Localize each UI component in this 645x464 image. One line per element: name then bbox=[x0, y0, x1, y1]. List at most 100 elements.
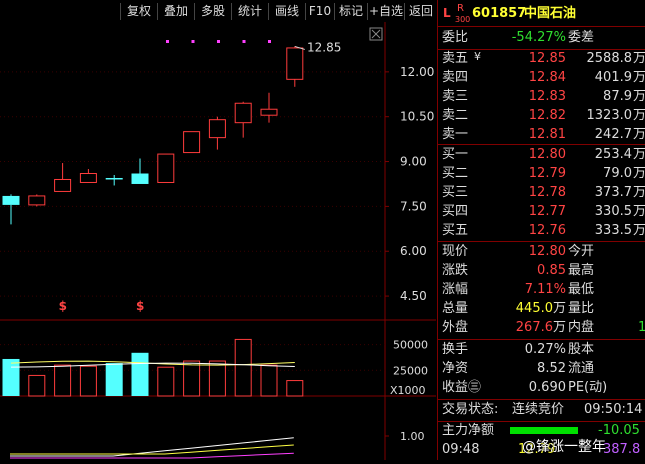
bid-price: 12.76 bbox=[528, 223, 566, 238]
volume-bar bbox=[105, 363, 123, 396]
volume-bar bbox=[157, 366, 175, 397]
weibi-value: -54.27% bbox=[511, 30, 566, 45]
volume-tick-label: 50000 bbox=[393, 339, 428, 352]
pe-label: PE(动) bbox=[568, 380, 608, 395]
bid-row[interactable]: 买四 12.77 330.5 万 bbox=[438, 203, 645, 221]
quote-row-zhangdie: 涨跌 0.85 最高 bbox=[438, 262, 645, 280]
chart-toolbar: 复权 叠加 多股 统计 画线 F10 标记 +自选 返回 bbox=[0, 0, 436, 23]
bid-price: 12.77 bbox=[528, 204, 566, 219]
weibi-label: 委比 bbox=[442, 30, 469, 45]
overlay-button[interactable]: 叠加 bbox=[157, 3, 194, 20]
f10-button[interactable]: F10 bbox=[305, 3, 334, 20]
huanshou-label: 换手 bbox=[442, 342, 469, 357]
bid-label: 买五 bbox=[442, 223, 469, 238]
ask-row[interactable]: 卖二 12.82 1323.0 万 bbox=[438, 107, 645, 125]
volume-bar bbox=[208, 360, 226, 397]
watermark-text: @锋涨一整年 bbox=[522, 439, 606, 455]
stock-name: 中国石油 bbox=[524, 6, 577, 21]
ask-label: 卖三 bbox=[442, 89, 469, 104]
ask-price: 12.82 bbox=[528, 108, 566, 123]
ask-row[interactable]: 卖一 12.81 242.7 万 bbox=[438, 126, 645, 144]
volume-bar bbox=[286, 380, 304, 397]
liangbi-label: 量比 bbox=[568, 301, 595, 316]
waipan-value: 267.6 bbox=[515, 320, 553, 335]
volume-bar bbox=[2, 358, 20, 396]
ask-row[interactable]: 卖五 ¥12.85 2588.8 万 bbox=[438, 50, 645, 68]
candle-body bbox=[157, 153, 175, 183]
volume-bar bbox=[260, 364, 278, 397]
zhangdie-value: 0.85 bbox=[537, 263, 566, 278]
bid-label: 买二 bbox=[442, 166, 469, 181]
signal-dot bbox=[166, 40, 169, 43]
neipan-value: 1 bbox=[638, 320, 645, 335]
ask-unit: 万 bbox=[632, 70, 645, 85]
bid-price: 12.78 bbox=[528, 185, 566, 200]
bid-volume: 79.0 bbox=[603, 166, 632, 181]
trade-status-label: 交易状态: bbox=[442, 402, 499, 417]
ask-row[interactable]: 卖三 12.83 87.9 万 bbox=[438, 88, 645, 106]
candle-body bbox=[54, 178, 72, 192]
signal-dot bbox=[217, 40, 220, 43]
kline-chart[interactable]: $ $ 12.00 10.50 9.00 7.50 6.00 4.50 50000 25000 1… bbox=[0, 22, 436, 460]
tick-volume: 387.8 bbox=[603, 442, 641, 457]
indicator-tick-label: 1.00 bbox=[400, 430, 425, 443]
s-marker-label: $ bbox=[136, 299, 144, 313]
ask-price: 12.81 bbox=[528, 127, 566, 142]
bid-row[interactable]: 买一 12.80 253.4 万 bbox=[438, 146, 645, 164]
ask-unit: 万 bbox=[632, 89, 645, 104]
main-flow-bar bbox=[510, 427, 578, 434]
jingzi-value: 8.52 bbox=[537, 361, 566, 376]
stock-code: 601857 bbox=[472, 6, 527, 21]
jinkai-label: 今开 bbox=[568, 244, 595, 259]
candle-body bbox=[79, 173, 97, 183]
volume-bar bbox=[131, 352, 149, 396]
candle-body bbox=[105, 177, 123, 180]
volume-unit-label: X1000 bbox=[390, 384, 426, 397]
stats-row-jingzi: 净资 8.52 流通 bbox=[438, 360, 645, 378]
back-button[interactable]: 返回 bbox=[404, 3, 437, 20]
stats-button[interactable]: 统计 bbox=[231, 3, 268, 20]
candle-body bbox=[28, 195, 46, 206]
volume-bar bbox=[234, 338, 252, 397]
ask-volume: 87.9 bbox=[603, 89, 632, 104]
bid-volume: 373.7 bbox=[594, 185, 632, 200]
bid-label: 买一 bbox=[442, 147, 469, 162]
ask-price: 12.83 bbox=[528, 89, 566, 104]
price-tick-label: 4.50 bbox=[400, 289, 427, 303]
quote-row-waipan: 外盘 267.6 万 内盘 1 bbox=[438, 319, 645, 337]
stock-header: L R 300 601857 中国石油 bbox=[438, 3, 645, 24]
ask-row[interactable]: 卖四 12.84 401.9 万 bbox=[438, 69, 645, 87]
ask-label: 卖二 bbox=[442, 108, 469, 123]
zuigao-label: 最高 bbox=[568, 263, 595, 278]
kline-chart-area[interactable]: $ $ 12.00 10.50 9.00 7.50 6.00 4.50 50000 25000 1… bbox=[0, 22, 436, 460]
fuquan-button[interactable]: 复权 bbox=[120, 3, 157, 20]
candle-body bbox=[2, 195, 20, 205]
waipan-unit: 万 bbox=[553, 320, 567, 335]
multi-stock-button[interactable]: 多股 bbox=[194, 3, 231, 20]
trade-status-row: 交易状态: 连续竞价 09:50:14 bbox=[438, 401, 645, 419]
quote-row-zhangfu: 涨幅 7.11% 最低 bbox=[438, 281, 645, 299]
liutong-label: 流通 bbox=[568, 361, 595, 376]
zuidi-label: 最低 bbox=[568, 282, 595, 297]
candle-body bbox=[208, 119, 226, 139]
signal-dot bbox=[268, 40, 271, 43]
draw-line-button[interactable]: 画线 bbox=[268, 3, 305, 20]
bid-volume: 253.4 bbox=[594, 147, 632, 162]
ask-label: 卖五 bbox=[442, 51, 469, 66]
bid-row[interactable]: 买二 12.79 79.0 万 bbox=[438, 165, 645, 183]
add-watchlist-button[interactable]: +自选 bbox=[367, 3, 404, 20]
ask-volume: 242.7 bbox=[594, 127, 632, 142]
zhangdie-label: 涨跌 bbox=[442, 263, 469, 278]
weibi-row: 委比 -54.27% 委差 bbox=[438, 29, 645, 47]
mark-button[interactable]: 标记 bbox=[334, 3, 367, 20]
bid-price: 12.79 bbox=[528, 166, 566, 181]
l-flag-icon: L bbox=[443, 6, 451, 20]
quote-panel: L R 300 601857 中国石油 委比 -54.27% 委差 卖五 ¥12.… bbox=[437, 0, 645, 460]
bid-volume: 330.5 bbox=[594, 204, 632, 219]
bid-row[interactable]: 买三 12.78 373.7 万 bbox=[438, 184, 645, 202]
bid-row[interactable]: 买五 12.76 333.5 万 bbox=[438, 222, 645, 240]
volume-bar bbox=[28, 374, 46, 397]
ask-label: 卖一 bbox=[442, 127, 469, 142]
weicha-label: 委差 bbox=[568, 30, 595, 45]
shouyi-value: 0.690 bbox=[528, 380, 566, 395]
